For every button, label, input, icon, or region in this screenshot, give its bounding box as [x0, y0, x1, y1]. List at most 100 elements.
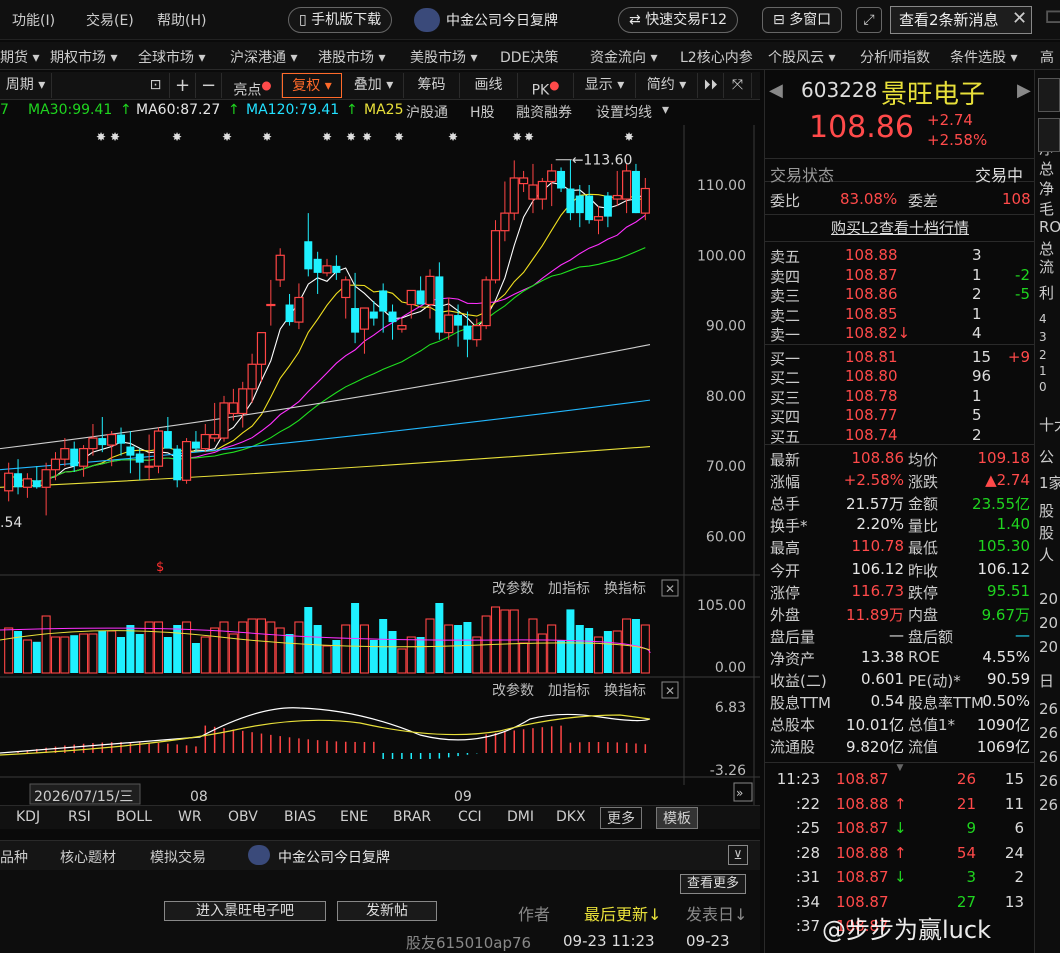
expand-icon[interactable]: ⤢ — [856, 7, 882, 33]
event-marker-icon[interactable]: ✸ — [172, 130, 182, 144]
tab-sim-trading[interactable]: 模拟交易 — [150, 847, 206, 867]
nav-item[interactable]: 个股风云 ▾ — [768, 47, 835, 67]
indicator-tab[interactable]: RSI — [68, 809, 91, 825]
toolbar-pk[interactable]: PK● — [518, 73, 574, 99]
forward-icon[interactable]: ⏵⏵ — [698, 73, 724, 98]
panel-close-icon[interactable]: ✕ — [665, 582, 675, 596]
link-margin[interactable]: 融资融券 — [516, 102, 572, 122]
fullscreen-icon[interactable]: ⤧ — [724, 73, 752, 98]
nav-item[interactable]: 港股市场 ▾ — [318, 47, 385, 67]
event-marker-icon[interactable]: ✸ — [624, 130, 634, 144]
post-author[interactable]: 股友615010ap76 — [406, 932, 531, 953]
event-marker-icon[interactable]: ✸ — [262, 130, 272, 144]
menu-function[interactable]: 功能(I) — [12, 10, 55, 30]
window-control[interactable]: ⊏ — [1044, 4, 1060, 29]
new-post-button[interactable]: 发新帖 — [337, 901, 437, 921]
period-dropdown[interactable]: 周期 ▾ — [0, 73, 52, 98]
panel-tool[interactable]: 加指标 — [548, 581, 590, 597]
event-marker-icon[interactable]: ✸ — [222, 130, 232, 144]
view-more-button[interactable]: 查看更多 — [680, 874, 746, 894]
enter-bar-button[interactable]: 进入景旺电子吧 — [164, 901, 326, 921]
nav-item[interactable]: 沪深港通 ▾ — [230, 47, 297, 67]
panel-tool[interactable]: 改参数 — [492, 580, 534, 597]
event-flag-icon[interactable]: $ — [156, 560, 164, 575]
nav-item[interactable]: 全球市场 ▾ — [138, 47, 205, 67]
event-marker-icon[interactable]: ✸ — [394, 130, 404, 144]
col-author[interactable]: 作者 — [518, 901, 550, 925]
mobile-download-button[interactable]: ▯ 手机版下载 — [288, 7, 393, 33]
quick-trade-button[interactable]: ⇄ 快速交易F12 — [618, 7, 739, 33]
nav-item[interactable]: DDE决策 — [500, 47, 558, 67]
col-posted[interactable]: 发表日↓ — [686, 901, 747, 925]
event-marker-icon[interactable]: ✸ — [322, 130, 332, 144]
new-messages-button[interactable]: 查看2条新消息 — [890, 6, 1032, 34]
indicator-tab[interactable]: 模板 — [656, 807, 698, 829]
indicator-tab[interactable]: BOLL — [116, 809, 152, 825]
scroll-right-icon[interactable]: » — [736, 786, 743, 800]
toolbar-draw[interactable]: 画线 — [460, 73, 518, 98]
menu-help[interactable]: 帮助(H) — [157, 10, 206, 30]
toolbar-simple[interactable]: 简约 ▾ — [636, 73, 698, 98]
indicator-tab[interactable]: DKX — [556, 809, 586, 825]
prev-stock-icon[interactable]: ◀ — [769, 80, 783, 101]
menu-trade[interactable]: 交易(E) — [86, 10, 134, 30]
zoom-in-icon[interactable]: + — [170, 73, 196, 98]
nav-item[interactable]: L2核心内参 — [680, 47, 753, 67]
level-volume: 1 — [972, 265, 982, 284]
toolbar-chips[interactable]: 筹码 — [404, 73, 460, 98]
indicator-tab[interactable]: WR — [178, 809, 202, 825]
event-marker-icon[interactable]: ✸ — [96, 130, 106, 144]
toolbar-highlight[interactable]: 亮点● — [224, 73, 282, 99]
news-headline[interactable]: 中金公司今日复牌 — [446, 10, 558, 30]
lock-icon[interactable]: ⊡ — [142, 73, 170, 98]
panel-tool[interactable]: 换指标 — [604, 580, 646, 597]
nav-item[interactable]: 高 — [1040, 47, 1054, 67]
link-set-ma[interactable]: 设置均线 — [596, 102, 652, 122]
col-updated[interactable]: 最后更新↓ — [584, 901, 661, 925]
tab-core-themes[interactable]: 核心题材 — [60, 847, 116, 867]
l2-quote-link[interactable]: 购买L2查看十档行情 — [831, 219, 969, 237]
collapse-icon[interactable]: ⊻ — [728, 845, 748, 865]
link-h-share[interactable]: H股 — [470, 102, 495, 122]
tab-variety[interactable]: 品种 — [0, 847, 28, 867]
panel-close-icon[interactable]: ✕ — [665, 684, 675, 698]
panel-tool[interactable]: 加指标 — [548, 683, 590, 699]
event-marker-icon[interactable]: ✸ — [362, 130, 372, 144]
toolbar-restore-rights[interactable]: 复权 ▾ — [282, 73, 342, 98]
link-hk-connect[interactable]: 沪股通 — [406, 102, 448, 122]
indicator-tab[interactable]: OBV — [228, 809, 258, 825]
toolbar-overlay[interactable]: 叠加 ▾ — [344, 73, 404, 98]
nav-item[interactable]: 资金流向 ▾ — [590, 47, 657, 67]
zoom-out-icon[interactable]: − — [196, 73, 222, 98]
tab-news[interactable]: 中金公司今日复牌 — [278, 847, 390, 867]
nav-item[interactable]: 美股市场 ▾ — [410, 47, 477, 67]
side-button[interactable] — [1038, 78, 1060, 112]
indicator-tab[interactable]: ENE — [340, 809, 368, 825]
event-marker-icon[interactable]: ✸ — [110, 130, 120, 144]
nav-item[interactable]: 条件选股 ▾ — [950, 47, 1017, 67]
panel-tool[interactable]: 换指标 — [604, 682, 646, 699]
event-marker-icon[interactable]: ✸ — [524, 130, 534, 144]
side-button[interactable] — [1038, 118, 1060, 152]
ask-row[interactable]: 卖一 108.82↓ 4 — [770, 324, 1032, 346]
indicator-tab[interactable]: 更多 — [600, 807, 642, 829]
next-stock-icon[interactable]: ▶ — [1017, 80, 1031, 101]
nav-item[interactable]: 分析师指数 — [860, 47, 930, 67]
indicator-tab[interactable]: KDJ — [16, 809, 40, 825]
event-marker-icon[interactable]: ✸ — [346, 130, 356, 144]
event-marker-icon[interactable]: ✸ — [512, 130, 522, 144]
nav-item[interactable]: 期权市场 ▾ — [50, 47, 117, 67]
multi-window-button[interactable]: ⊟ 多窗口 — [762, 7, 843, 33]
nav-item[interactable]: 期货 ▾ — [0, 47, 39, 67]
volume-bar — [163, 637, 172, 673]
indicator-tab[interactable]: BIAS — [284, 809, 316, 825]
toolbar-display[interactable]: 显示 ▾ — [574, 73, 636, 98]
indicator-tab[interactable]: BRAR — [393, 809, 431, 825]
event-marker-icon[interactable]: ✸ — [448, 130, 458, 144]
indicator-tab[interactable]: DMI — [507, 809, 534, 825]
close-icon[interactable]: ✕ — [1012, 8, 1027, 29]
panel-tool[interactable]: 改参数 — [492, 682, 534, 699]
last-price: 108.86 — [809, 110, 914, 145]
indicator-tab[interactable]: CCI — [458, 809, 482, 825]
kline-chart[interactable]: 110.00 100.00 90.00 80.00 70.00 60.00 ←113.60.… — [0, 125, 760, 805]
